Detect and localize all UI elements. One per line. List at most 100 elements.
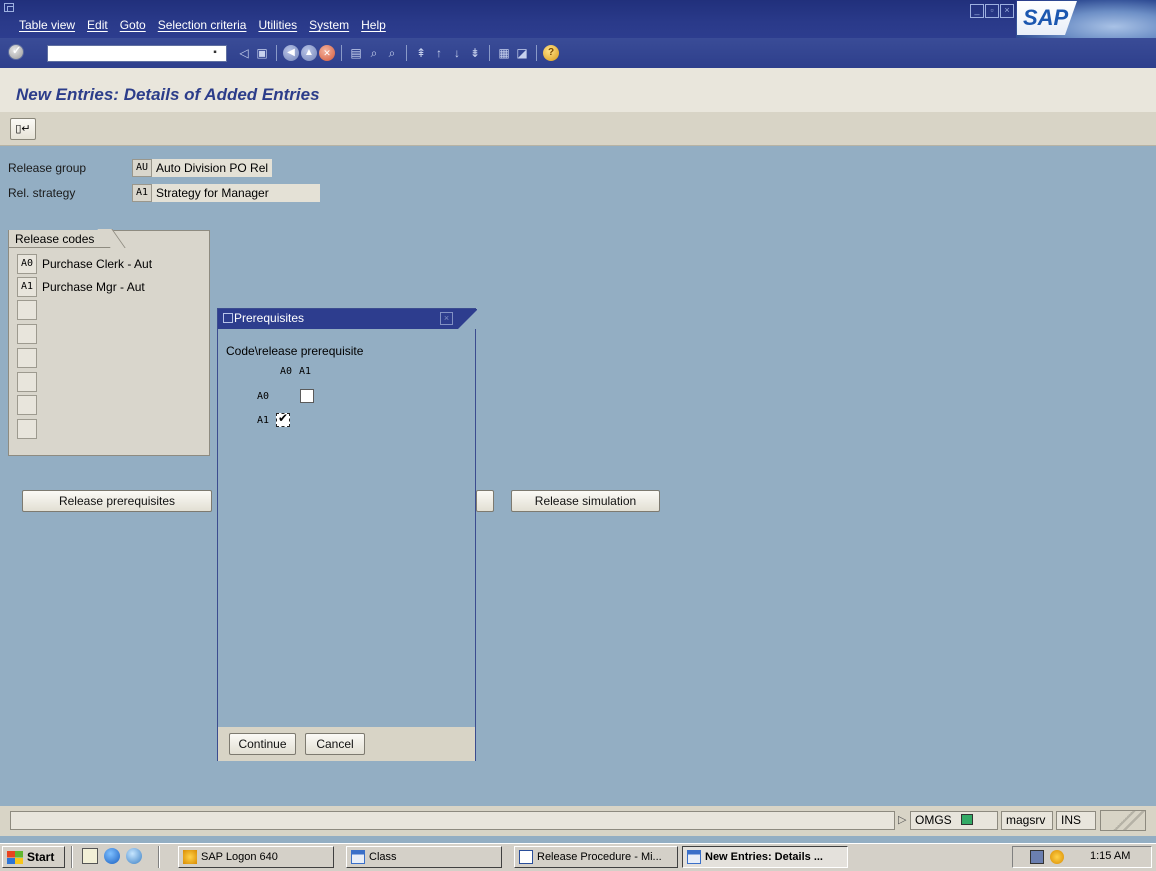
menu-items: Table view Edit Goto Selection criteria … [19,18,386,32]
internet-explorer-icon[interactable] [104,848,120,864]
system-id: OMGS [915,813,952,827]
menu-help[interactable]: Help [361,18,386,32]
row-label-a0: A0 [257,391,270,402]
toolbar-separator [536,45,537,61]
release-code-row[interactable]: A1 Purchase Mgr - Aut [17,277,145,297]
menu-table-view[interactable]: Table view [19,18,75,32]
taskbar-class[interactable]: Class [346,846,502,868]
last-page-icon[interactable]: ⇟ [467,45,483,61]
release-code-cell[interactable] [17,395,37,415]
rel-strategy-row: Rel. strategy A1 Strategy for Manager [8,184,320,202]
status-mode[interactable]: INS [1056,811,1096,830]
release-code-row-empty[interactable] [17,324,37,344]
menu-utilities[interactable]: Utilities [258,18,297,32]
previous-entry-icon[interactable]: ▯↵ [10,118,36,140]
rel-strategy-label: Rel. strategy [8,186,76,200]
release-code-text: Purchase Mgr - Aut [42,280,145,294]
prerequisites-dialog: Prerequisites × Code\release prerequisit… [217,308,478,761]
create-session-icon[interactable]: ▦ [496,45,512,61]
release-simulation-button[interactable]: Release simulation [511,490,660,512]
release-code-row-empty[interactable] [17,419,37,439]
show-desktop-icon[interactable] [82,848,98,864]
menu-system[interactable]: System [309,18,349,32]
menu-bar: Table view Edit Goto Selection criteria … [0,0,1156,38]
cancel-icon[interactable]: ✕ [319,45,335,61]
dialog-close-icon[interactable]: × [440,312,453,325]
release-code-row-empty[interactable] [17,348,37,368]
command-field[interactable] [47,45,227,62]
taskbar-release-procedure-label: Release Procedure - Mi... [537,851,662,863]
taskbar-sap-logon-label: SAP Logon 640 [201,851,278,863]
save-icon[interactable]: ▣ [254,45,270,61]
cancel-button[interactable]: Cancel [305,733,365,755]
release-code-cell[interactable]: A1 [17,277,37,297]
release-code-row-empty[interactable] [17,372,37,392]
outlook-icon[interactable] [126,848,142,864]
sap-window-icon [351,850,365,864]
release-code-cell[interactable]: A0 [17,254,37,274]
release-code-cell[interactable] [17,372,37,392]
word-document-icon [519,850,533,864]
application-toolbar [0,112,1156,146]
status-system[interactable]: OMGS [910,811,998,830]
menu-selection-criteria[interactable]: Selection criteria [158,18,247,32]
release-codes-tab: Release codes [8,230,113,248]
system-info-icon[interactable] [961,814,974,825]
release-group-label: Release group [8,161,87,175]
find-icon[interactable]: ⌕ [366,45,382,61]
prerequisite-checkbox-a1[interactable] [276,411,290,427]
release-statuses-button[interactable] [476,490,494,512]
continue-button[interactable]: Continue [229,733,296,755]
dialog-footer: Continue Cancel [218,727,475,761]
resize-grip-icon[interactable] [1100,810,1146,831]
first-page-icon[interactable]: ⇞ [413,45,429,61]
find-next-icon[interactable]: ⌕ [384,45,400,61]
close-icon[interactable]: × [1000,4,1014,18]
back-icon[interactable]: ◀ [283,45,299,61]
exit-icon[interactable]: ▲ [301,45,317,61]
taskbar-new-entries[interactable]: New Entries: Details ... [682,846,848,868]
taskbar-release-procedure[interactable]: Release Procedure - Mi... [514,846,678,868]
menu-edit[interactable]: Edit [87,18,108,32]
release-code-cell[interactable] [17,348,37,368]
help-icon[interactable]: ? [543,45,559,61]
release-code-row-empty[interactable] [17,395,37,415]
dialog-title-bar: Prerequisites × [218,309,478,329]
command-history-icon[interactable]: ▪ [208,46,222,60]
dialog-menu-icon[interactable] [223,313,233,323]
column-header-a1: A1 [299,366,312,377]
prerequisite-checkbox-a0[interactable] [300,389,314,403]
network-icon[interactable] [1030,850,1044,864]
rel-strategy-code: A1 [132,184,152,202]
windows-logo-icon [7,851,23,864]
back-arrow-icon[interactable]: ◁ [236,45,252,61]
system-menu-icon[interactable] [4,3,14,12]
print-icon[interactable]: ▤ [348,45,364,61]
enter-icon[interactable] [8,44,24,60]
release-code-cell[interactable] [17,419,37,439]
release-prerequisites-button[interactable]: Release prerequisites [22,490,212,512]
menu-goto[interactable]: Goto [120,18,146,32]
release-code-cell[interactable] [17,300,37,320]
shortcut-icon[interactable]: ◪ [514,45,530,61]
previous-page-icon[interactable]: ↑ [431,45,447,61]
release-code-text: Purchase Clerk - Aut [42,257,153,271]
prerequisite-heading: Code\release prerequisite [226,344,364,358]
maximize-icon[interactable]: ▫ [985,4,999,18]
sap-window-icon [687,850,701,864]
release-code-row-empty[interactable] [17,300,37,320]
status-server: magsrv [1001,811,1053,830]
row-label-a1: A1 [257,415,270,426]
start-button[interactable]: Start [2,846,65,868]
rel-strategy-desc: Strategy for Manager [152,184,320,202]
sap-logon-icon [183,850,197,864]
release-code-row[interactable]: A0 Purchase Clerk - Aut [17,254,152,274]
sap-tray-icon[interactable] [1050,850,1064,864]
sap-logo: SAP [1016,0,1156,38]
taskbar-sap-logon[interactable]: SAP Logon 640 [178,846,334,868]
minimize-icon[interactable]: _ [970,4,984,18]
status-expand-icon[interactable]: ▷ [898,813,906,826]
next-page-icon[interactable]: ↓ [449,45,465,61]
release-code-cell[interactable] [17,324,37,344]
release-group-code: AU [132,159,152,177]
